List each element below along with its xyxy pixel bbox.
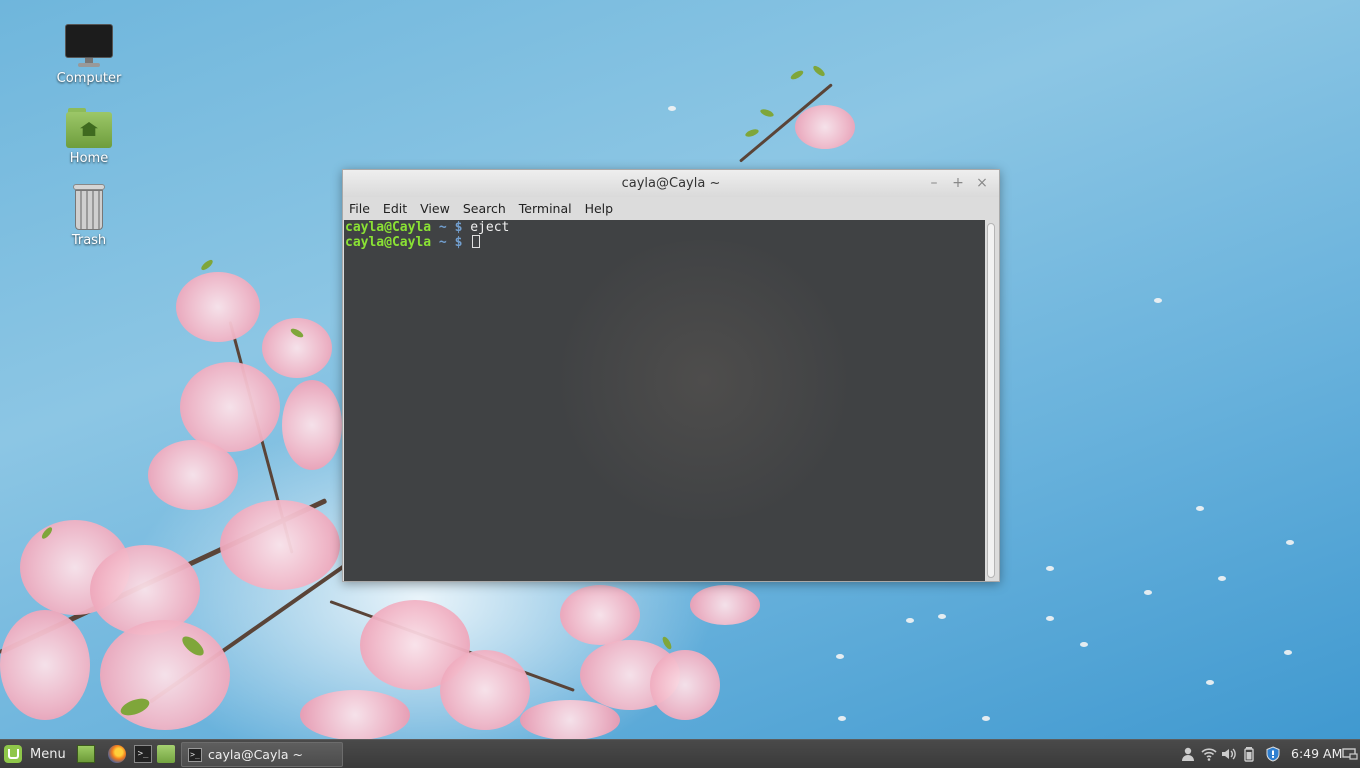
prompt-user: cayla@Cayla [345, 235, 432, 250]
display-icon[interactable] [1342, 746, 1358, 762]
trash-icon [73, 184, 105, 230]
firefox-icon[interactable] [108, 745, 126, 763]
menu-button[interactable]: Menu [4, 744, 66, 764]
command-text: eject [462, 220, 510, 235]
show-desktop-icon[interactable] [77, 745, 95, 763]
menubar: File Edit View Search Terminal Help [343, 197, 999, 220]
terminal-icon: >_ [188, 747, 202, 762]
panel-clock[interactable]: 6:49 AM [1291, 746, 1342, 761]
menu-search[interactable]: Search [463, 201, 506, 216]
home-folder-icon [66, 108, 112, 148]
text-cursor [472, 235, 481, 248]
mint-logo-icon [4, 745, 22, 763]
menu-edit[interactable]: Edit [383, 201, 407, 216]
terminal-window: cayla@Cayla ~ – + × File Edit View Searc… [342, 169, 1000, 582]
files-icon[interactable] [157, 745, 175, 763]
maximize-button[interactable]: + [950, 175, 966, 191]
menu-label: Menu [30, 746, 66, 762]
desktop-icon-label: Computer [56, 71, 122, 86]
terminal-icon[interactable]: >_ [134, 745, 152, 763]
taskbar-item-label: cayla@Cayla ~ [208, 747, 303, 762]
desktop-icon-label: Home [69, 151, 109, 166]
battery-icon[interactable] [1241, 746, 1257, 762]
desktop-icon-trash[interactable]: Trash [50, 184, 128, 248]
taskbar-item-terminal[interactable]: >_ cayla@Cayla ~ [181, 742, 343, 767]
command-text [462, 235, 470, 250]
wifi-icon[interactable] [1201, 746, 1217, 762]
prompt-path: ~ $ [431, 235, 463, 250]
terminal-scrollbar[interactable] [985, 220, 998, 581]
scrollbar-thumb[interactable] [987, 223, 995, 578]
terminal-line: cayla@Cayla ~ $ eject [344, 220, 986, 235]
terminal-background-image [544, 240, 864, 520]
terminal-line: cayla@Cayla ~ $ [344, 235, 986, 250]
menu-file[interactable]: File [349, 201, 370, 216]
terminal-area[interactable]: cayla@Cayla ~ $ eject cayla@Cayla ~ $ [344, 220, 986, 581]
window-title: cayla@Cayla ~ [621, 176, 721, 191]
user-icon[interactable] [1180, 746, 1196, 762]
desktop-icon-computer[interactable]: Computer [50, 24, 128, 86]
window-titlebar[interactable]: cayla@Cayla ~ – + × [343, 170, 999, 197]
desktop-icon-label: Trash [71, 233, 107, 248]
computer-icon [65, 24, 113, 68]
desktop-icon-home[interactable]: Home [50, 108, 128, 166]
menu-help[interactable]: Help [585, 201, 614, 216]
shield-icon[interactable] [1265, 746, 1281, 762]
bottom-panel: Menu >_ >_ cayla@Cayla ~ 6:49 AM [0, 739, 1360, 768]
minimize-button[interactable]: – [926, 175, 942, 191]
prompt-path: ~ $ [431, 220, 463, 235]
volume-icon[interactable] [1221, 746, 1237, 762]
menu-view[interactable]: View [420, 201, 450, 216]
prompt-user: cayla@Cayla [345, 220, 432, 235]
close-button[interactable]: × [974, 175, 990, 191]
menu-terminal[interactable]: Terminal [519, 201, 572, 216]
